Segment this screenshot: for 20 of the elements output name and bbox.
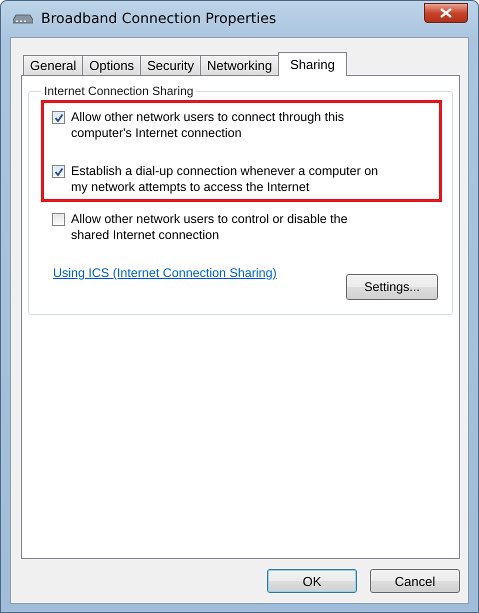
checkbox-label[interactable]: Allow other network users to control or disable the shared Internet connection	[71, 211, 387, 243]
checkbox[interactable]	[52, 213, 65, 226]
tab[interactable]: Security	[140, 55, 202, 75]
checkbox[interactable]	[52, 111, 65, 124]
dialog-button[interactable]: OK	[267, 569, 357, 593]
dialog-button[interactable]: Cancel	[370, 569, 460, 593]
settings-button[interactable]: Settings...	[346, 274, 438, 300]
tab[interactable]: Options	[82, 55, 142, 75]
tab[interactable]: Sharing	[278, 52, 347, 76]
help-link[interactable]: Using ICS (Internet Connection Sharing)	[53, 266, 277, 280]
tab[interactable]: Networking	[200, 55, 280, 75]
checkbox[interactable]	[52, 165, 65, 178]
checkbox-label[interactable]: Establish a dial-up connection whenever a computer on my network attempts to access the Internet	[71, 163, 387, 195]
window-title: Broadband Connection Properties	[41, 11, 278, 27]
close-icon[interactable]	[440, 8, 452, 18]
modem-icon	[13, 14, 33, 24]
close-button[interactable]	[424, 3, 468, 23]
tab[interactable]: General	[23, 55, 84, 75]
checkbox-label[interactable]: Allow other network users to connect through this computer's Internet connection	[71, 109, 387, 141]
group-title: Internet Connection Sharing	[43, 84, 194, 98]
